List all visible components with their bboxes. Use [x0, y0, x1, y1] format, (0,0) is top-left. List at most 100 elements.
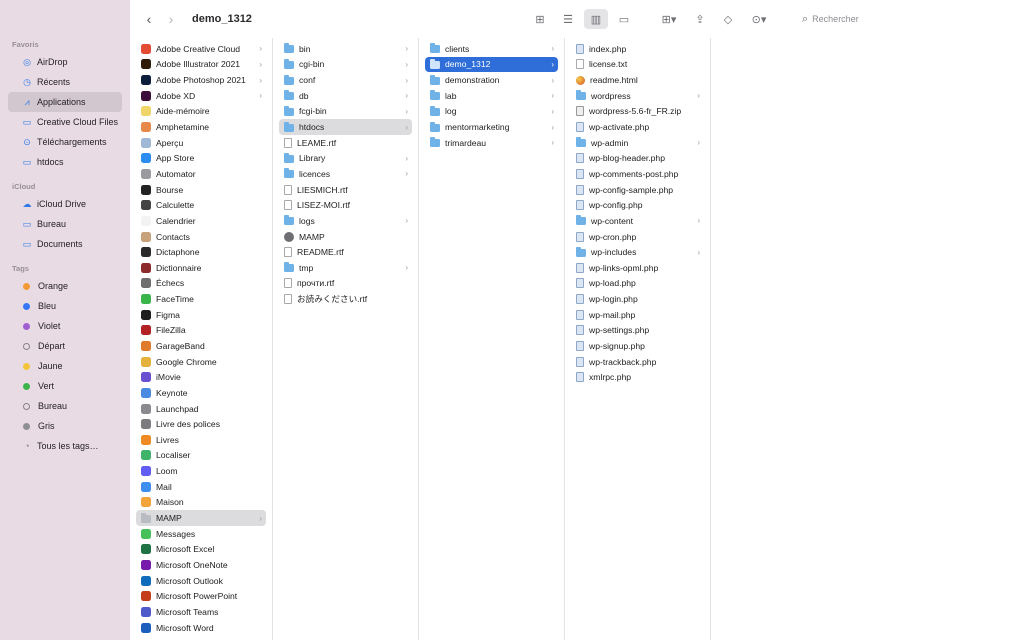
file-row-filezilla[interactable]: FileZilla [136, 323, 266, 339]
file-row-google-chrome[interactable]: Google Chrome [136, 354, 266, 370]
file-row-log[interactable]: log › [425, 104, 558, 120]
file-row-dictaphone[interactable]: Dictaphone [136, 244, 266, 260]
more-actions-icon[interactable]: ⊙▾ [744, 9, 774, 29]
file-row-apercu[interactable]: Aperçu [136, 135, 266, 151]
file-row-echecs[interactable]: Échecs [136, 276, 266, 292]
file-row-wp-activate-php[interactable]: wp-activate.php [571, 119, 704, 135]
file-row-lab[interactable]: lab › [425, 88, 558, 104]
sidebar-item-telechargements[interactable]: ⊙ Téléchargements [8, 132, 122, 152]
sidebar-item-bureau[interactable]: ▭ Bureau [8, 214, 122, 234]
file-row-aide-memoire[interactable]: Aide-mémoire [136, 104, 266, 120]
list-view-icon[interactable]: ☰ [556, 9, 580, 29]
file-row-clients[interactable]: clients › [425, 41, 558, 57]
sidebar-item-applications[interactable]: ⩘ Applications [8, 92, 122, 112]
file-row-maison[interactable]: Maison [136, 495, 266, 511]
file-row-cgi-bin[interactable]: cgi-bin › [279, 57, 412, 73]
file-row-app-store[interactable]: App Store [136, 150, 266, 166]
file-row-library[interactable]: Library › [279, 150, 412, 166]
sidebar-item-htdocs[interactable]: ▭ htdocs [8, 152, 122, 172]
file-row-figma[interactable]: Figma [136, 307, 266, 323]
file-row-imovie[interactable]: iMovie [136, 369, 266, 385]
file-row-messages[interactable]: Messages [136, 526, 266, 542]
file-row-readme-html[interactable]: readme.html [571, 72, 704, 88]
file-row-microsoft-outlook[interactable]: Microsoft Outlook [136, 573, 266, 589]
icon-view-icon[interactable]: ⊞ [528, 9, 552, 29]
file-row-livre-des-polices[interactable]: Livre des polices [136, 416, 266, 432]
file-row-demonstration[interactable]: demonstration › [425, 72, 558, 88]
file-row-logs[interactable]: logs › [279, 213, 412, 229]
tag-jaune[interactable]: Jaune [8, 356, 122, 376]
file-row-mail[interactable]: Mail [136, 479, 266, 495]
file-row-loom[interactable]: Loom [136, 463, 266, 479]
gallery-view-icon[interactable]: ▭ [612, 9, 636, 29]
file-row-wp-links-opml-php[interactable]: wp-links-opml.php [571, 260, 704, 276]
file-row-dictionnaire[interactable]: Dictionnaire [136, 260, 266, 276]
sidebar-item-creative-cloud-files[interactable]: ▭ Creative Cloud Files [8, 112, 122, 132]
forward-button[interactable]: › [160, 8, 182, 30]
file-row-db[interactable]: db › [279, 88, 412, 104]
file-row-automator[interactable]: Automator [136, 166, 266, 182]
file-row-amphetamine[interactable]: Amphetamine [136, 119, 266, 135]
file-row-wp-settings-php[interactable]: wp-settings.php [571, 323, 704, 339]
tag-icon[interactable]: ◇ [716, 9, 740, 29]
file-row-trimardeau[interactable]: trimardeau › [425, 135, 558, 151]
group-by-icon[interactable]: ⊞▾ [654, 9, 684, 29]
file-row-calendrier[interactable]: Calendrier [136, 213, 266, 229]
file-row-localiser[interactable]: Localiser [136, 448, 266, 464]
file-row-xmlrpc-php[interactable]: xmlrpc.php [571, 369, 704, 385]
file-row-demo-1312[interactable]: demo_1312 › [425, 56, 558, 73]
file-row-wp-signup-php[interactable]: wp-signup.php [571, 338, 704, 354]
file-row-microsoft-teams[interactable]: Microsoft Teams [136, 604, 266, 620]
file-row-liesmich-rtf[interactable]: LIESMICH.rtf [279, 182, 412, 198]
file-row-garageband[interactable]: GarageBand [136, 338, 266, 354]
file-row-licences[interactable]: licences › [279, 166, 412, 182]
file-row-license-txt[interactable]: license.txt [571, 57, 704, 73]
sidebar-item-airdrop[interactable]: ◎ AirDrop [8, 52, 122, 72]
file-row-tmp[interactable]: tmp › [279, 260, 412, 276]
search-field[interactable]: ⌕ Rechercher [796, 8, 1016, 30]
tag-tous-les-tags[interactable]: ◔ Tous les tags… [8, 436, 122, 456]
file-row-microsoft-powerpoint[interactable]: Microsoft PowerPoint [136, 588, 266, 604]
file-row-facetime[interactable]: FaceTime [136, 291, 266, 307]
file-row-wp-includes[interactable]: wp-includes › [571, 244, 704, 260]
file-row-launchpad[interactable]: Launchpad [136, 401, 266, 417]
tag-gris[interactable]: Gris [8, 416, 122, 436]
file-row-readme-rtf[interactable]: README.rtf [279, 244, 412, 260]
file-row-microsoft-word[interactable]: Microsoft Word [136, 620, 266, 636]
file-row-wp-admin[interactable]: wp-admin › [571, 135, 704, 151]
file-row-adobe-creative-cloud[interactable]: Adobe Creative Cloud › [136, 41, 266, 57]
file-row-adobe-xd[interactable]: Adobe XD › [136, 88, 266, 104]
file-row-mamp[interactable]: MAMP [279, 229, 412, 245]
file-row-conf[interactable]: conf › [279, 72, 412, 88]
file-row-leame-rtf[interactable]: LEAME.rtf [279, 135, 412, 151]
file-row-wp-cron-php[interactable]: wp-cron.php [571, 229, 704, 245]
file-row-rtf[interactable]: прочти.rtf [279, 276, 412, 292]
file-row-index-php[interactable]: index.php [571, 41, 704, 57]
sidebar-item-documents[interactable]: ▭ Documents [8, 234, 122, 254]
tag-depart[interactable]: Départ [8, 336, 122, 356]
file-row-adobe-photoshop-2021[interactable]: Adobe Photoshop 2021 › [136, 72, 266, 88]
file-row-wordpress-5-6-fr-fr-zip[interactable]: wordpress-5.6-fr_FR.zip [571, 104, 704, 120]
file-row-keynote[interactable]: Keynote [136, 385, 266, 401]
file-row-microsoft-onenote[interactable]: Microsoft OneNote [136, 557, 266, 573]
tag-vert[interactable]: Vert [8, 376, 122, 396]
file-row-livres[interactable]: Livres [136, 432, 266, 448]
sidebar-item-recents[interactable]: ◷ Récents [8, 72, 122, 92]
file-row-fcgi-bin[interactable]: fcgi-bin › [279, 104, 412, 120]
file-row-wp-config-sample-php[interactable]: wp-config-sample.php [571, 182, 704, 198]
tag-orange[interactable]: Orange [8, 276, 122, 296]
file-row-calculette[interactable]: Calculette [136, 197, 266, 213]
file-row-wp-trackback-php[interactable]: wp-trackback.php [571, 354, 704, 370]
file-row-wp-blog-header-php[interactable]: wp-blog-header.php [571, 150, 704, 166]
file-row-lisez-moi-rtf[interactable]: LISEZ-MOI.rtf [279, 197, 412, 213]
tag-bureau[interactable]: Bureau [8, 396, 122, 416]
sidebar-item-icloud-drive[interactable]: ☁ iCloud Drive [8, 194, 122, 214]
column-view-icon[interactable]: ▥ [584, 9, 608, 29]
tag-violet[interactable]: Violet [8, 316, 122, 336]
file-row-mentormarketing[interactable]: mentormarketing › [425, 119, 558, 135]
file-row-rtf[interactable]: お読みください.rtf [279, 291, 412, 307]
file-row-htdocs[interactable]: htdocs › [279, 119, 412, 135]
file-row-wp-mail-php[interactable]: wp-mail.php [571, 307, 704, 323]
file-row-wp-content[interactable]: wp-content › [571, 213, 704, 229]
share-icon[interactable]: ⇪ [688, 9, 712, 29]
